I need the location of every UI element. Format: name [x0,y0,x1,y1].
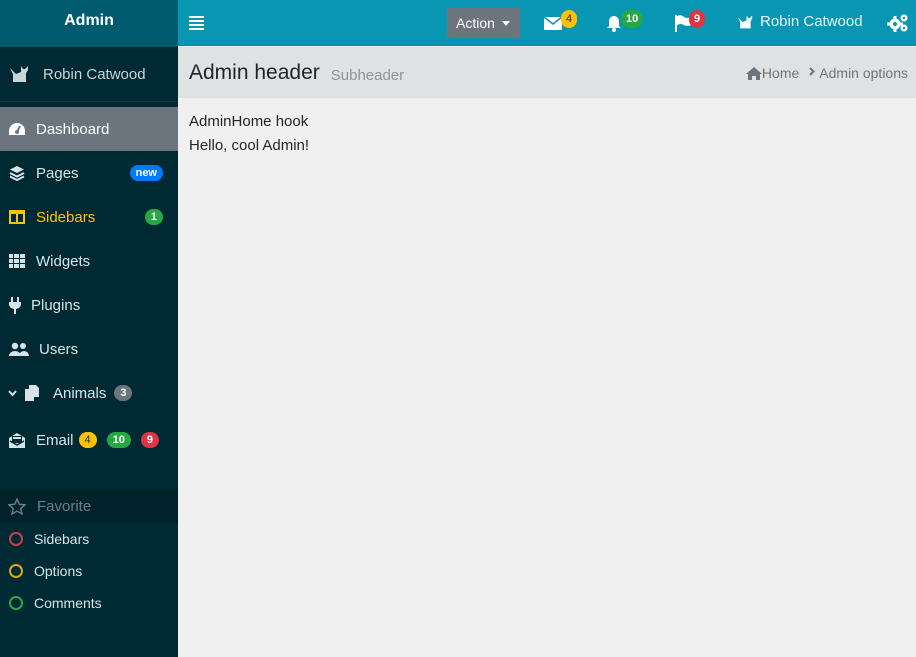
bell-icon[interactable] [606,15,622,37]
flags-badge: 9 [689,10,706,28]
page-title: Admin header [189,60,320,84]
user-menu[interactable]: Robin Catwood [736,13,863,30]
favorite-item-sidebars[interactable]: Sidebars [0,523,178,555]
favorite-header-label: Favorite [37,497,92,515]
breadcrumb: Home Admin options [745,65,908,81]
sidebar-item-label: Pages [36,164,79,182]
favorite-item-label: Comments [34,595,102,611]
content-line-greeting: Hello, cool Admin! [189,137,310,154]
users-icon [8,340,30,358]
user-panel[interactable]: Robin Catwood [0,47,178,102]
plug-icon [8,296,22,314]
caret-down-icon [501,20,510,26]
favorite-item-label: Sidebars [34,531,90,547]
breadcrumb-home-label: Home [761,65,800,81]
home-icon [745,66,762,80]
favorite-header: Favorite [0,489,178,523]
circle-icon [9,564,23,578]
columns-icon [8,208,26,226]
user-menu-name: Robin Catwood [760,13,863,30]
envelope-open-icon [8,431,26,449]
cat-icon [737,15,753,28]
sidebar-item-dashboard[interactable]: Dashboard [0,107,178,151]
count-badge: 1 [144,209,163,225]
sidebar: Admin Robin Catwood Dashboard Pages new … [0,0,178,657]
chevron-right-icon [809,67,816,79]
favorite-item-options[interactable]: Options [0,555,178,587]
chevron-down-icon [8,389,17,397]
action-dropdown-button[interactable]: Action [447,8,520,38]
main-content: AdminHome hook Hello, cool Admin! [189,110,309,158]
hamburger-icon[interactable] [189,16,204,30]
sidebar-item-label: Email [36,431,74,449]
breadcrumb-current: Admin options [819,65,908,81]
sidebar-item-label: Sidebars [36,208,96,226]
cogs-icon[interactable] [887,14,909,37]
sidebar-item-widgets[interactable]: Widgets [0,239,178,283]
brand-logo[interactable]: Admin [0,0,178,47]
favorite-item-label: Options [34,563,83,579]
copy-icon [23,384,41,402]
sidebar-item-sidebars[interactable]: Sidebars 1 [0,195,178,239]
sidebar-item-label: Plugins [31,296,81,314]
brand-title: Admin [64,11,114,29]
email-badge-success: 10 [106,432,131,448]
sidebar-item-label: Animals [53,384,107,402]
email-badge-danger: 9 [140,432,160,448]
tachometer-icon [8,120,26,138]
notifications-badge: 10 [621,10,644,28]
sidebar-item-email[interactable]: Email 4 10 9 [0,415,178,465]
email-badge-warning: 4 [78,432,97,448]
sidebar-item-label: Dashboard [36,120,110,138]
count-badge: 3 [114,385,133,401]
favorite-item-comments[interactable]: Comments [0,587,178,619]
grid-icon [8,252,26,270]
sidebar-item-label: Users [39,340,79,358]
breadcrumb-home[interactable]: Home [745,65,800,81]
content-line-hook: AdminHome hook [189,113,309,130]
sidebar-item-pages[interactable]: Pages new [0,151,178,195]
layers-icon [8,164,26,182]
topbar: Action 4 10 9 Robin Catwood [178,0,916,46]
page-subtitle: Subheader [330,66,405,84]
circle-icon [9,532,23,546]
sidebar-item-plugins[interactable]: Plugins [0,283,178,327]
sidebar-item-label: Widgets [36,252,91,270]
messages-badge: 4 [561,10,578,28]
content-header: Admin header Subheader Home Admin option… [178,47,916,98]
sidebar-item-animals[interactable]: Animals 3 [0,371,178,415]
envelope-icon[interactable] [543,16,563,35]
new-badge: new [129,165,163,181]
action-label: Action [456,15,495,31]
circle-icon [9,596,23,610]
user-name: Robin Catwood [43,65,146,83]
star-icon [8,497,26,515]
sidebar-nav: Dashboard Pages new Sidebars 1 Widgets P… [0,102,178,465]
cat-icon [10,66,28,82]
sidebar-item-users[interactable]: Users [0,327,178,371]
